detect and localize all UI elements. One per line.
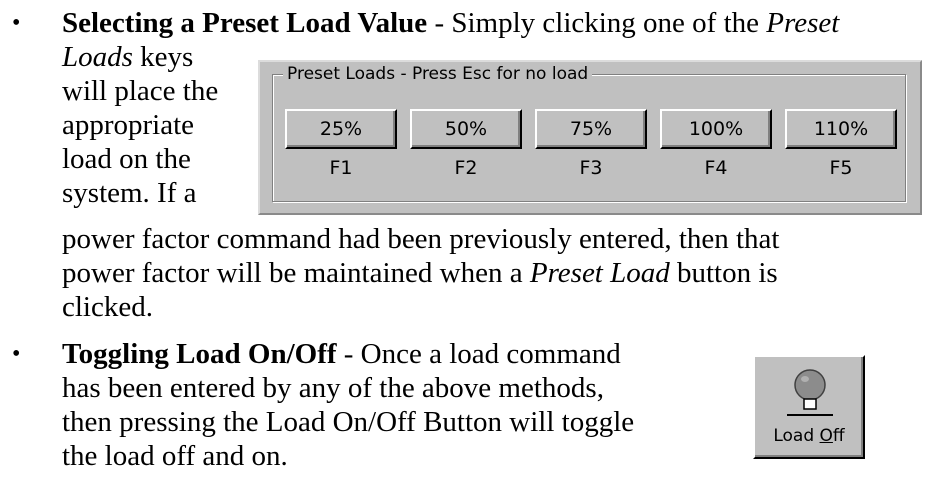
preset-100-button[interactable]: 100% bbox=[660, 109, 772, 149]
paragraph-line-4: appropriate bbox=[62, 109, 195, 141]
paragraph-line-3: will place the bbox=[62, 75, 219, 107]
paragraph-line-7: power factor command had been previously… bbox=[62, 223, 780, 255]
paragraph2-line-2: has been entered by any of the above met… bbox=[62, 372, 604, 404]
bullet-2: • bbox=[12, 341, 21, 367]
preset-loads-panel: Preset Loads - Press Esc for no load 25%… bbox=[258, 60, 922, 215]
preset-loads-legend: Preset Loads - Press Esc for no load bbox=[283, 64, 593, 84]
preset-25-button[interactable]: 25% bbox=[285, 109, 397, 149]
paragraph2-line-3: then pressing the Load On/Off Button wil… bbox=[62, 406, 635, 438]
preset-110-button[interactable]: 110% bbox=[785, 109, 897, 149]
load-off-button[interactable]: Load Off bbox=[753, 355, 865, 459]
preset-75-key: F3 bbox=[579, 157, 603, 179]
bullet-1: • bbox=[12, 10, 21, 36]
lamp-icon bbox=[787, 369, 833, 416]
preset-110-key: F5 bbox=[829, 157, 853, 179]
preset-50-button[interactable]: 50% bbox=[410, 109, 522, 149]
preset-50-key: F2 bbox=[454, 157, 478, 179]
preset-75-button[interactable]: 75% bbox=[535, 109, 647, 149]
paragraph-line-1: Selecting a Preset Load Value - Simply c… bbox=[62, 7, 840, 39]
preset-loads-groupbox: Preset Loads - Press Esc for no load 25%… bbox=[272, 64, 906, 202]
paragraph2-line-4: the load off and on. bbox=[62, 440, 288, 472]
paragraph-line-8: power factor will be maintained when a P… bbox=[62, 257, 778, 289]
section-heading-toggle: Toggling Load On/Off bbox=[62, 338, 337, 370]
paragraph-line-6: system. If a bbox=[62, 177, 197, 209]
section-heading-preset: Selecting a Preset Load Value bbox=[62, 7, 428, 39]
preset-25-key: F1 bbox=[329, 157, 353, 179]
paragraph-line-9: clicked. bbox=[62, 291, 153, 323]
paragraph-line-5: load on the bbox=[62, 143, 191, 175]
paragraph-line-2: Loads keys bbox=[62, 41, 194, 73]
paragraph2-line-1: Toggling Load On/Off - Once a load comma… bbox=[62, 338, 621, 370]
load-off-label: Load Off bbox=[773, 426, 845, 446]
preset-100-key: F4 bbox=[704, 157, 728, 179]
